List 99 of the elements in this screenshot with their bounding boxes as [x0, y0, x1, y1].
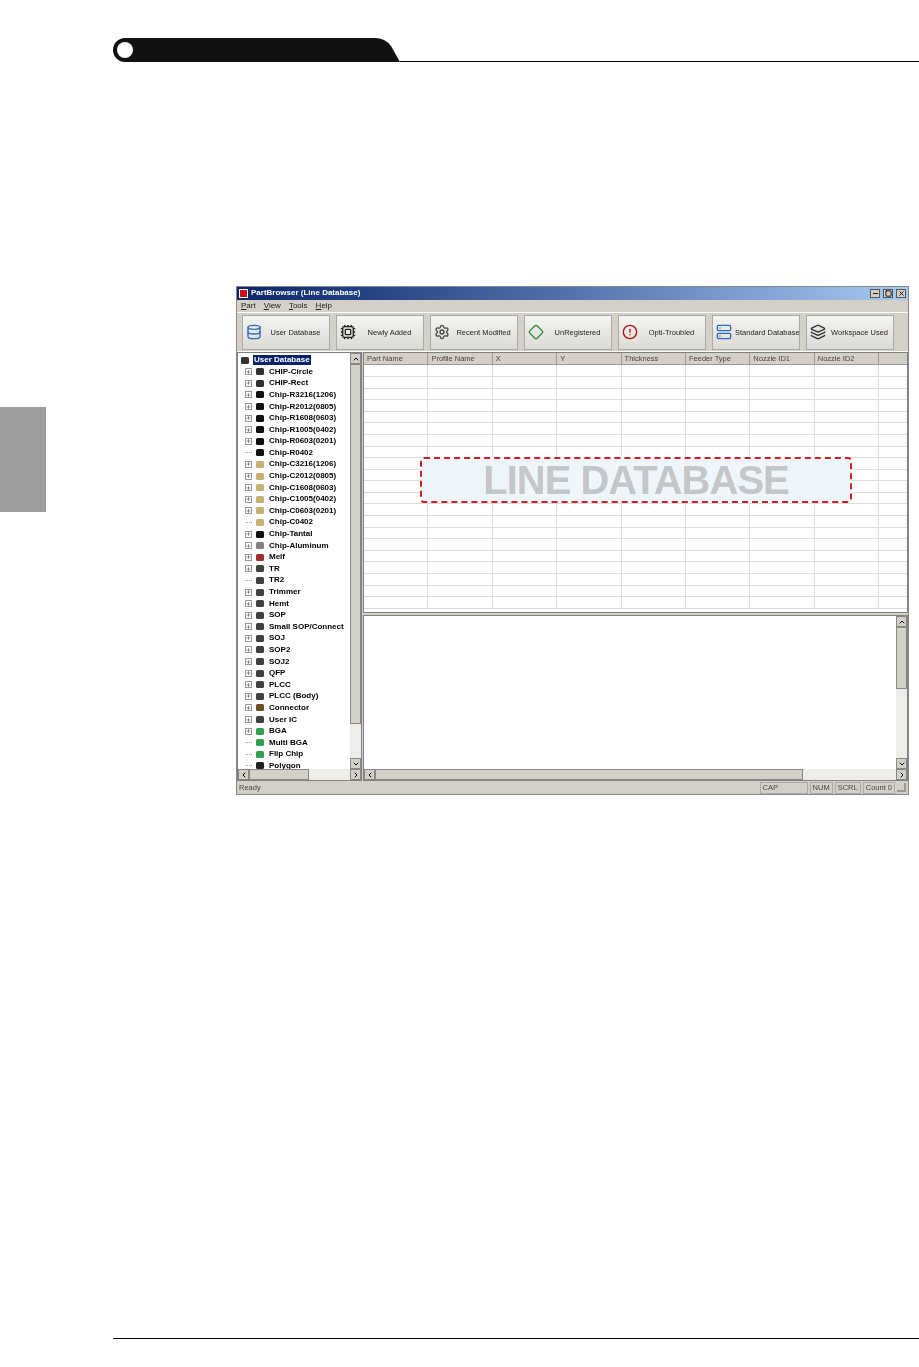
- tree-item[interactable]: Connector: [268, 702, 310, 713]
- expand-toggle[interactable]: [245, 565, 252, 573]
- horizontal-scrollbar[interactable]: [364, 769, 907, 781]
- expand-toggle[interactable]: [245, 414, 252, 422]
- tree-item[interactable]: Chip-R3216(1206): [268, 389, 338, 400]
- tree-item[interactable]: QFP: [268, 668, 287, 679]
- tree-item[interactable]: Chip-C1005(0402): [268, 494, 338, 505]
- server-icon: [716, 324, 732, 341]
- tree-item[interactable]: TR2: [268, 575, 286, 586]
- tree-item[interactable]: Chip-C2012(0805): [268, 471, 338, 482]
- expand-toggle[interactable]: [245, 600, 252, 608]
- scroll-thumb[interactable]: [249, 769, 309, 781]
- expand-toggle[interactable]: [245, 403, 252, 410]
- close-icon: [897, 289, 905, 297]
- expand-toggle[interactable]: [245, 437, 252, 445]
- scroll-thumb[interactable]: [896, 627, 907, 690]
- scroll-down-button[interactable]: [350, 758, 361, 770]
- tree-item[interactable]: User IC: [268, 714, 298, 725]
- app-logo-icon: [239, 288, 248, 298]
- maximize-icon: [884, 289, 892, 297]
- scroll-down-button[interactable]: [896, 758, 907, 770]
- layers-icon: [810, 324, 826, 341]
- tree-item[interactable]: PLCC: [268, 679, 292, 690]
- expand-toggle[interactable]: [245, 461, 252, 468]
- expand-toggle[interactable]: [245, 704, 252, 712]
- tree-item[interactable]: Chip-R1005(0402): [268, 424, 338, 435]
- expand-toggle[interactable]: [245, 553, 252, 561]
- tree-item[interactable]: Trimmer: [268, 587, 302, 597]
- window-title: PartBrowser (Line Database): [251, 287, 362, 300]
- expand-toggle[interactable]: [245, 391, 252, 399]
- close-button[interactable]: [896, 288, 906, 298]
- expand-toggle[interactable]: [245, 634, 252, 642]
- tree-item[interactable]: Hemt: [268, 598, 290, 609]
- part-icon: [240, 355, 250, 365]
- expand-toggle[interactable]: [245, 669, 252, 677]
- expand-toggle[interactable]: [245, 368, 252, 376]
- tree-item[interactable]: Chip-R1608(0603): [268, 413, 338, 424]
- expand-toggle[interactable]: [245, 507, 252, 515]
- tree-item[interactable]: Chip-R2012(0805): [268, 401, 338, 412]
- tree-item[interactable]: Multi BGA: [268, 737, 309, 748]
- tree-item[interactable]: Chip-C0402: [268, 517, 314, 528]
- tree-item[interactable]: Melf: [268, 552, 286, 563]
- tree-item[interactable]: BGA: [268, 726, 288, 737]
- scroll-left-button[interactable]: [238, 769, 249, 781]
- expand-toggle[interactable]: [245, 426, 252, 434]
- minimize-button[interactable]: [870, 288, 880, 298]
- database-icon: [246, 324, 262, 341]
- expand-toggle[interactable]: [245, 530, 252, 538]
- expand-toggle[interactable]: [245, 646, 252, 654]
- tree-item[interactable]: Chip-R0603(0201): [268, 436, 338, 447]
- maximize-button[interactable]: [883, 288, 893, 298]
- expand-toggle[interactable]: [245, 588, 252, 596]
- scroll-up-button[interactable]: [896, 616, 907, 628]
- tree-item[interactable]: SOJ2: [268, 656, 291, 667]
- tree-item[interactable]: SOP: [268, 610, 287, 621]
- tree-item[interactable]: Chip-C1608(0603): [268, 482, 338, 493]
- tree-item[interactable]: TR: [268, 563, 281, 574]
- tree-item[interactable]: Chip-Tantal: [268, 529, 314, 540]
- menu-item[interactable]: Tools: [288, 300, 308, 312]
- horizontal-scrollbar[interactable]: [238, 769, 361, 781]
- tree-item[interactable]: Chip-R0402: [268, 447, 314, 458]
- expand-toggle[interactable]: [245, 484, 252, 492]
- menu-item[interactable]: Part: [241, 300, 256, 312]
- tree-item[interactable]: SOJ: [268, 633, 286, 644]
- expand-toggle[interactable]: [245, 658, 252, 666]
- expand-toggle[interactable]: [245, 623, 252, 631]
- tree-item[interactable]: Chip-Aluminum: [268, 540, 330, 551]
- scroll-right-button[interactable]: [350, 769, 361, 781]
- tree-item[interactable]: SOP2: [268, 645, 292, 655]
- expand-toggle[interactable]: [245, 692, 252, 700]
- tree-item[interactable]: PLCC (Body): [268, 691, 320, 702]
- diamond-icon: [528, 324, 544, 341]
- tree-item[interactable]: Small SOP/Connect: [268, 621, 345, 632]
- tree-item[interactable]: Flip Chip: [268, 749, 305, 760]
- scroll-thumb[interactable]: [375, 769, 803, 781]
- alert-icon: [622, 324, 638, 341]
- expand-toggle[interactable]: [245, 495, 252, 503]
- chip-icon: [340, 324, 356, 341]
- expand-toggle[interactable]: [245, 472, 252, 480]
- scroll-right-button[interactable]: [896, 769, 907, 781]
- tree-item[interactable]: CHIP-Rect: [268, 378, 310, 389]
- tree-item[interactable]: Chip-C3216(1206): [268, 459, 338, 470]
- scroll-left-button[interactable]: [364, 769, 375, 781]
- tree-item[interactable]: Chip-C0603(0201): [268, 505, 338, 516]
- expand-toggle[interactable]: [245, 727, 252, 735]
- expand-toggle[interactable]: [245, 681, 252, 689]
- menu-item[interactable]: Help: [315, 300, 333, 312]
- tree-item[interactable]: Polygon: [268, 760, 302, 770]
- menu-item[interactable]: View: [263, 300, 281, 312]
- scroll-up-button[interactable]: [350, 353, 361, 365]
- expand-toggle[interactable]: [245, 716, 252, 724]
- expand-toggle[interactable]: [245, 379, 252, 387]
- tree-item[interactable]: User Database: [253, 355, 311, 366]
- vertical-scrollbar[interactable]: [896, 616, 907, 770]
- tree-item[interactable]: CHIP-Circle: [268, 366, 314, 377]
- expand-toggle[interactable]: [245, 611, 252, 619]
- expand-toggle[interactable]: [245, 542, 252, 550]
- gear-icon: [434, 324, 450, 341]
- resize-grip-icon: [897, 783, 906, 793]
